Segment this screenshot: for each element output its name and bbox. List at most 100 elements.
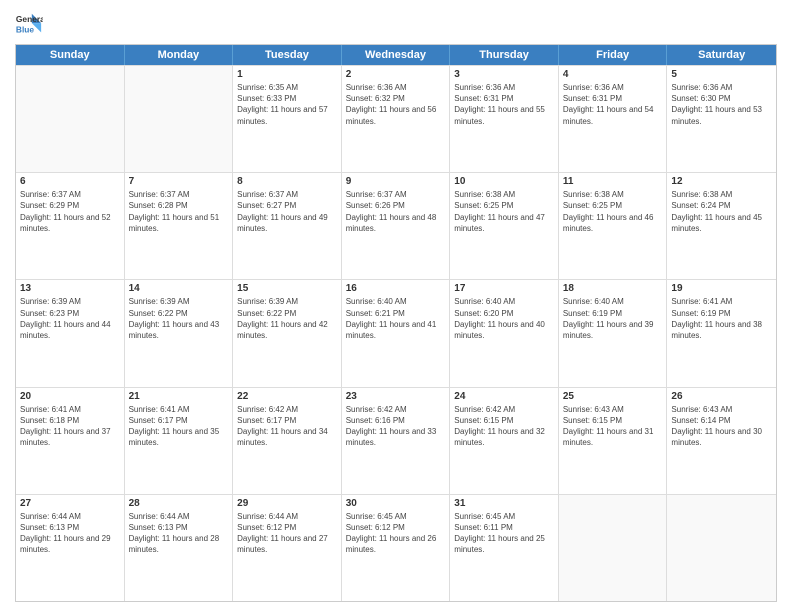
day-number: 3 xyxy=(454,69,554,80)
day-info: Sunrise: 6:40 AMSunset: 6:20 PMDaylight:… xyxy=(454,296,554,341)
day-number: 25 xyxy=(563,391,663,402)
day-number: 28 xyxy=(129,498,229,509)
empty-cell xyxy=(125,66,234,172)
day-number: 24 xyxy=(454,391,554,402)
day-cell-13: 13 Sunrise: 6:39 AMSunset: 6:23 PMDayligh… xyxy=(16,280,125,386)
day-number: 8 xyxy=(237,176,337,187)
day-number: 1 xyxy=(237,69,337,80)
weekday-header-wednesday: Wednesday xyxy=(342,45,451,65)
empty-cell xyxy=(16,66,125,172)
calendar-header: SundayMondayTuesdayWednesdayThursdayFrid… xyxy=(16,45,776,65)
weekday-header-saturday: Saturday xyxy=(667,45,776,65)
day-number: 30 xyxy=(346,498,446,509)
svg-text:Blue: Blue xyxy=(16,24,34,34)
day-cell-22: 22 Sunrise: 6:42 AMSunset: 6:17 PMDayligh… xyxy=(233,388,342,494)
calendar-body: 1 Sunrise: 6:35 AMSunset: 6:33 PMDaylight… xyxy=(16,65,776,601)
day-cell-30: 30 Sunrise: 6:45 AMSunset: 6:12 PMDayligh… xyxy=(342,495,451,601)
day-info: Sunrise: 6:39 AMSunset: 6:22 PMDaylight:… xyxy=(237,296,337,341)
day-cell-19: 19 Sunrise: 6:41 AMSunset: 6:19 PMDayligh… xyxy=(667,280,776,386)
day-cell-16: 16Sunrise: 6:40 AMSunset: 6:21 PMDayligh… xyxy=(342,280,451,386)
logo: General Blue xyxy=(15,10,43,38)
day-cell-6: 6 Sunrise: 6:37 AMSunset: 6:29 PMDaylight… xyxy=(16,173,125,279)
day-cell-21: 21 Sunrise: 6:41 AMSunset: 6:17 PMDayligh… xyxy=(125,388,234,494)
day-info: Sunrise: 6:38 AMSunset: 6:24 PMDaylight:… xyxy=(671,189,772,234)
day-info: Sunrise: 6:41 AMSunset: 6:18 PMDaylight:… xyxy=(20,404,120,449)
day-number: 12 xyxy=(671,176,772,187)
day-number: 15 xyxy=(237,283,337,294)
day-number: 7 xyxy=(129,176,229,187)
day-number: 20 xyxy=(20,391,120,402)
day-info: Sunrise: 6:44 AMSunset: 6:13 PMDaylight:… xyxy=(129,511,229,556)
week-row-4: 20 Sunrise: 6:41 AMSunset: 6:18 PMDayligh… xyxy=(16,387,776,494)
day-cell-3: 3Sunrise: 6:36 AMSunset: 6:31 PMDaylight… xyxy=(450,66,559,172)
day-info: Sunrise: 6:36 AMSunset: 6:31 PMDaylight:… xyxy=(563,82,663,127)
week-row-2: 6 Sunrise: 6:37 AMSunset: 6:29 PMDaylight… xyxy=(16,172,776,279)
day-cell-25: 25 Sunrise: 6:43 AMSunset: 6:15 PMDayligh… xyxy=(559,388,668,494)
day-number: 29 xyxy=(237,498,337,509)
day-cell-31: 31Sunrise: 6:45 AMSunset: 6:11 PMDayligh… xyxy=(450,495,559,601)
day-number: 5 xyxy=(671,69,772,80)
day-cell-20: 20 Sunrise: 6:41 AMSunset: 6:18 PMDayligh… xyxy=(16,388,125,494)
day-cell-10: 10Sunrise: 6:38 AMSunset: 6:25 PMDayligh… xyxy=(450,173,559,279)
day-number: 9 xyxy=(346,176,446,187)
day-cell-15: 15 Sunrise: 6:39 AMSunset: 6:22 PMDayligh… xyxy=(233,280,342,386)
day-number: 21 xyxy=(129,391,229,402)
week-row-1: 1 Sunrise: 6:35 AMSunset: 6:33 PMDaylight… xyxy=(16,65,776,172)
empty-cell xyxy=(667,495,776,601)
day-info: Sunrise: 6:36 AMSunset: 6:30 PMDaylight:… xyxy=(671,82,772,127)
day-info: Sunrise: 6:44 AMSunset: 6:13 PMDaylight:… xyxy=(20,511,120,556)
day-cell-1: 1 Sunrise: 6:35 AMSunset: 6:33 PMDaylight… xyxy=(233,66,342,172)
day-cell-7: 7 Sunrise: 6:37 AMSunset: 6:28 PMDaylight… xyxy=(125,173,234,279)
day-number: 6 xyxy=(20,176,120,187)
day-info: Sunrise: 6:39 AMSunset: 6:23 PMDaylight:… xyxy=(20,296,120,341)
day-info: Sunrise: 6:35 AMSunset: 6:33 PMDaylight:… xyxy=(237,82,337,127)
week-row-5: 27 Sunrise: 6:44 AMSunset: 6:13 PMDayligh… xyxy=(16,494,776,601)
day-info: Sunrise: 6:38 AMSunset: 6:25 PMDaylight:… xyxy=(454,189,554,234)
day-cell-26: 26 Sunrise: 6:43 AMSunset: 6:14 PMDayligh… xyxy=(667,388,776,494)
day-number: 11 xyxy=(563,176,663,187)
day-cell-5: 5 Sunrise: 6:36 AMSunset: 6:30 PMDaylight… xyxy=(667,66,776,172)
day-number: 22 xyxy=(237,391,337,402)
day-number: 16 xyxy=(346,283,446,294)
day-info: Sunrise: 6:38 AMSunset: 6:25 PMDaylight:… xyxy=(563,189,663,234)
day-info: Sunrise: 6:42 AMSunset: 6:15 PMDaylight:… xyxy=(454,404,554,449)
weekday-header-tuesday: Tuesday xyxy=(233,45,342,65)
day-info: Sunrise: 6:41 AMSunset: 6:17 PMDaylight:… xyxy=(129,404,229,449)
day-cell-4: 4 Sunrise: 6:36 AMSunset: 6:31 PMDaylight… xyxy=(559,66,668,172)
day-info: Sunrise: 6:43 AMSunset: 6:15 PMDaylight:… xyxy=(563,404,663,449)
day-info: Sunrise: 6:45 AMSunset: 6:12 PMDaylight:… xyxy=(346,511,446,556)
weekday-header-friday: Friday xyxy=(559,45,668,65)
day-number: 19 xyxy=(671,283,772,294)
weekday-header-sunday: Sunday xyxy=(16,45,125,65)
svg-text:General: General xyxy=(16,14,43,24)
day-info: Sunrise: 6:39 AMSunset: 6:22 PMDaylight:… xyxy=(129,296,229,341)
day-info: Sunrise: 6:37 AMSunset: 6:29 PMDaylight:… xyxy=(20,189,120,234)
day-number: 13 xyxy=(20,283,120,294)
day-number: 27 xyxy=(20,498,120,509)
day-info: Sunrise: 6:42 AMSunset: 6:17 PMDaylight:… xyxy=(237,404,337,449)
day-number: 4 xyxy=(563,69,663,80)
weekday-header-monday: Monday xyxy=(125,45,234,65)
day-cell-28: 28 Sunrise: 6:44 AMSunset: 6:13 PMDayligh… xyxy=(125,495,234,601)
day-info: Sunrise: 6:41 AMSunset: 6:19 PMDaylight:… xyxy=(671,296,772,341)
day-info: Sunrise: 6:43 AMSunset: 6:14 PMDaylight:… xyxy=(671,404,772,449)
day-info: Sunrise: 6:37 AMSunset: 6:26 PMDaylight:… xyxy=(346,189,446,234)
logo-icon: General Blue xyxy=(15,10,43,38)
day-info: Sunrise: 6:36 AMSunset: 6:32 PMDaylight:… xyxy=(346,82,446,127)
empty-cell xyxy=(559,495,668,601)
day-number: 23 xyxy=(346,391,446,402)
weekday-header-thursday: Thursday xyxy=(450,45,559,65)
day-info: Sunrise: 6:44 AMSunset: 6:12 PMDaylight:… xyxy=(237,511,337,556)
day-info: Sunrise: 6:37 AMSunset: 6:27 PMDaylight:… xyxy=(237,189,337,234)
day-cell-11: 11 Sunrise: 6:38 AMSunset: 6:25 PMDayligh… xyxy=(559,173,668,279)
day-cell-23: 23Sunrise: 6:42 AMSunset: 6:16 PMDayligh… xyxy=(342,388,451,494)
day-cell-17: 17Sunrise: 6:40 AMSunset: 6:20 PMDayligh… xyxy=(450,280,559,386)
day-number: 26 xyxy=(671,391,772,402)
day-cell-27: 27 Sunrise: 6:44 AMSunset: 6:13 PMDayligh… xyxy=(16,495,125,601)
day-info: Sunrise: 6:37 AMSunset: 6:28 PMDaylight:… xyxy=(129,189,229,234)
day-number: 31 xyxy=(454,498,554,509)
day-cell-24: 24 Sunrise: 6:42 AMSunset: 6:15 PMDayligh… xyxy=(450,388,559,494)
header: General Blue xyxy=(15,10,777,38)
day-cell-18: 18Sunrise: 6:40 AMSunset: 6:19 PMDayligh… xyxy=(559,280,668,386)
day-info: Sunrise: 6:40 AMSunset: 6:19 PMDaylight:… xyxy=(563,296,663,341)
